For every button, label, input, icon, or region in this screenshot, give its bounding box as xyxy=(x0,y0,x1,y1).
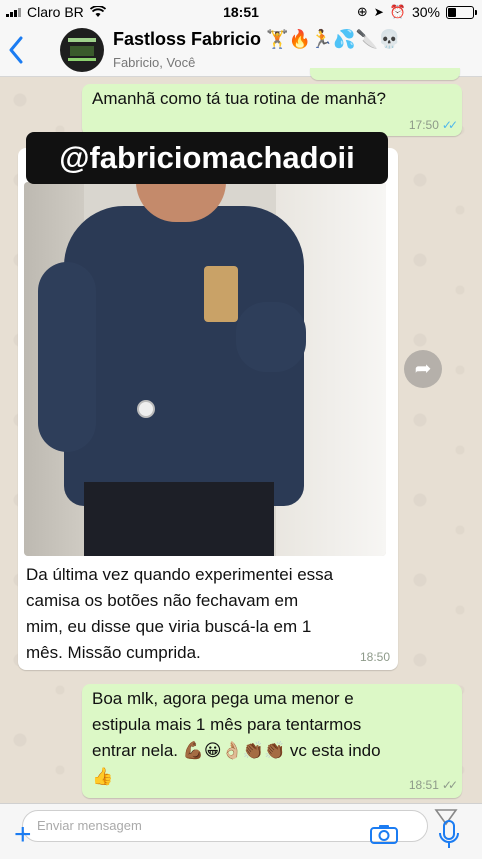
forward-icon[interactable]: ➦ xyxy=(404,350,442,388)
message-input-placeholder: Enviar mensagem xyxy=(37,818,142,833)
rotation-lock-icon: ⊕ xyxy=(356,4,368,19)
read-ticks-icon: ✓✓ xyxy=(441,118,458,132)
message-meta: 17:50 ✓✓ xyxy=(408,118,458,132)
group-avatar[interactable] xyxy=(60,28,104,72)
chat-title[interactable]: Fastloss Fabricio 🏋🔥🏃💦🔪💀 xyxy=(113,29,401,50)
battery-percent: 30% xyxy=(411,4,440,20)
message-bubble-partial xyxy=(310,68,460,80)
message-photo[interactable] xyxy=(24,182,386,556)
alarm-icon: ⏰ xyxy=(389,4,406,19)
message-input[interactable]: Enviar mensagem xyxy=(22,810,428,842)
message-text: Amanhã como tá tua rotina de manhã? xyxy=(92,89,386,108)
chevron-left-icon[interactable] xyxy=(8,32,36,68)
message-bubble-outgoing[interactable]: Boa mlk, agora pega uma menor e estipula… xyxy=(82,684,462,798)
chat-participants[interactable]: Fabricio, Você xyxy=(113,55,195,70)
photo-handle-overlay: @fabriciomachadoii xyxy=(26,132,388,184)
location-icon: ➤ xyxy=(373,5,384,19)
message-text: Boa mlk, agora pega uma menor e estipula… xyxy=(92,689,381,786)
message-bubble-outgoing[interactable]: Amanhã como tá tua rotina de manhã? 17:5… xyxy=(82,84,462,136)
delivered-ticks-icon: ✓✓ xyxy=(441,778,458,792)
message-time: 17:50 xyxy=(408,118,439,132)
message-time: 18:50 xyxy=(359,650,390,664)
message-time: 18:51 xyxy=(408,778,439,792)
message-caption: Da última vez quando experimentei essa c… xyxy=(26,565,334,662)
battery-icon xyxy=(446,5,477,19)
status-bar: Claro BR 18:51 ⊕ ➤ ⏰ 30% xyxy=(0,0,482,24)
camera-icon[interactable] xyxy=(370,824,398,844)
microphone-icon[interactable] xyxy=(438,820,460,850)
message-meta: 18:51 ✓✓ xyxy=(408,778,458,792)
message-meta: 18:50 xyxy=(360,650,390,664)
message-input-bar: Enviar mensagem + xyxy=(0,803,482,859)
plus-icon[interactable]: + xyxy=(14,820,32,850)
